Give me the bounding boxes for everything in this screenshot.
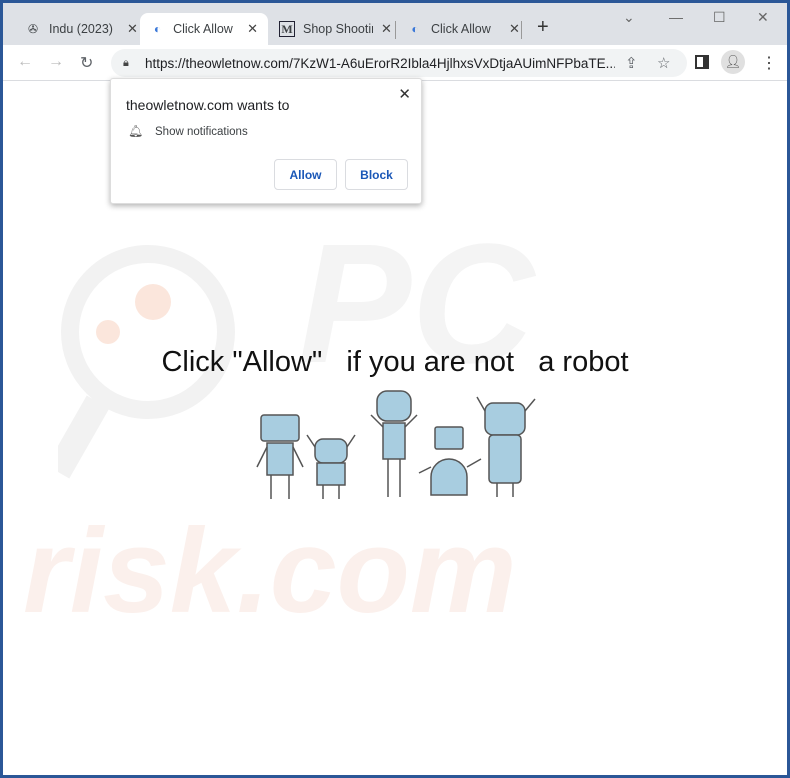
toolbar: ← → ↻ 🔒︎ https://theowletnow.com/7KzW1-A… — [3, 45, 787, 81]
block-button[interactable]: Block — [345, 159, 408, 190]
close-tab-icon[interactable]: ✕ — [381, 21, 392, 37]
profile-avatar-icon[interactable]: 👤︎ — [721, 50, 745, 74]
watermark-text: risk.com — [23, 504, 517, 638]
tab-divider — [521, 21, 522, 39]
minimize-button[interactable]: — — [669, 9, 683, 25]
film-reel-icon: ✇ — [27, 22, 39, 36]
close-window-button[interactable]: ✕ — [757, 9, 769, 26]
new-tab-button[interactable]: + — [537, 16, 549, 39]
menu-icon[interactable]: ⋮ — [761, 53, 777, 73]
browser-window: ✇ Indu (2023) ✕ ◐ Click Allow ✕ M Shop S… — [3, 3, 787, 775]
tab-strip: ✇ Indu (2023) ✕ ◐ Click Allow ✕ M Shop S… — [3, 3, 787, 45]
tab-click-allow[interactable]: ◐ Click Allow ✕ — [397, 13, 530, 45]
bell-icon: 🔔︎ — [128, 124, 144, 138]
share-icon[interactable]: ⇪ — [625, 54, 638, 72]
close-tab-icon[interactable]: ✕ — [127, 21, 138, 37]
loading-favicon-icon: ◐ — [153, 22, 162, 36]
lock-icon: 🔒︎ — [123, 56, 129, 69]
allow-button[interactable]: Allow — [274, 159, 337, 190]
notification-permission-dialog: theowletnow.com wants to ✕ 🔔︎ Show notif… — [110, 78, 422, 204]
tab-indu[interactable]: ✇ Indu (2023) ✕ — [15, 13, 148, 45]
m-logo-icon: M — [279, 21, 295, 37]
loading-favicon-icon: ◐ — [411, 22, 419, 36]
close-tab-icon[interactable]: ✕ — [247, 21, 258, 37]
dialog-title: theowletnow.com wants to — [126, 97, 290, 113]
robots-illustration — [256, 390, 536, 499]
permission-label: Show notifications — [155, 126, 248, 138]
close-icon[interactable]: ✕ — [398, 85, 411, 103]
address-bar[interactable]: 🔒︎ https://theowletnow.com/7KzW1-A6uEror… — [111, 49, 687, 77]
close-tab-icon[interactable]: ✕ — [509, 21, 520, 37]
forward-icon[interactable]: → — [48, 53, 64, 71]
tab-search-icon[interactable]: ⌄ — [623, 9, 635, 26]
tab-click-allow-active[interactable]: ◐ Click Allow ✕ — [140, 13, 268, 45]
tab-divider — [395, 21, 396, 39]
headline: Click "Allow" if you are not a robot — [161, 346, 629, 378]
reload-icon[interactable]: ↻ — [80, 53, 93, 73]
star-icon[interactable]: ☆ — [657, 54, 670, 72]
maximize-button[interactable]: ☐ — [713, 9, 726, 26]
tab-shop[interactable]: M Shop Shooting ✕ — [269, 13, 402, 45]
back-icon[interactable]: ← — [17, 53, 33, 71]
side-panel-icon[interactable] — [695, 55, 709, 69]
